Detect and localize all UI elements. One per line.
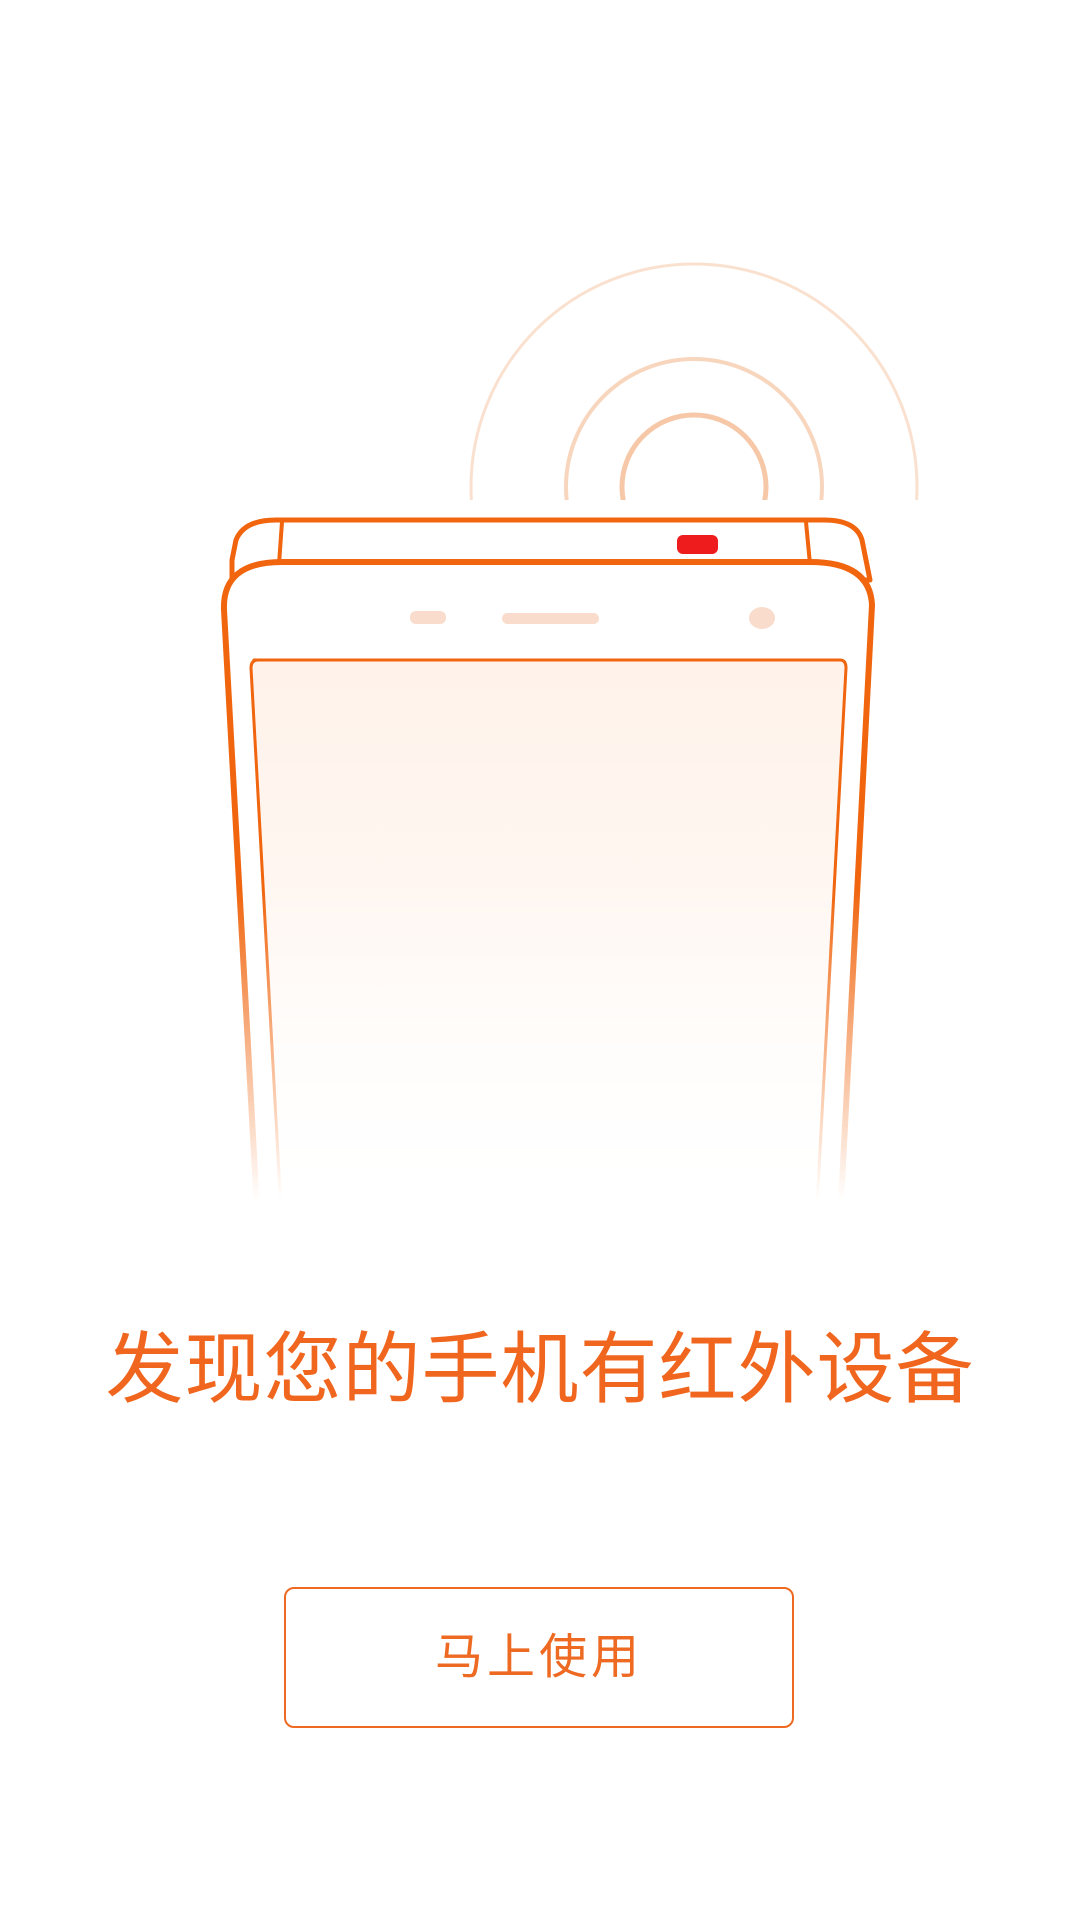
phone-screen: [249, 658, 848, 1200]
proximity-sensor: [410, 611, 446, 624]
start-using-button[interactable]: 马上使用: [284, 1587, 794, 1728]
front-camera: [749, 607, 775, 629]
phone-infrared-icon: [220, 262, 919, 1200]
headline: 发现您的手机有红外设备: [105, 1325, 975, 1415]
ir-emitter: [677, 535, 718, 554]
infrared-intro-screen: 发现您的手机有红外设备 马上使用: [0, 0, 1080, 1920]
earpiece-speaker: [502, 613, 599, 624]
